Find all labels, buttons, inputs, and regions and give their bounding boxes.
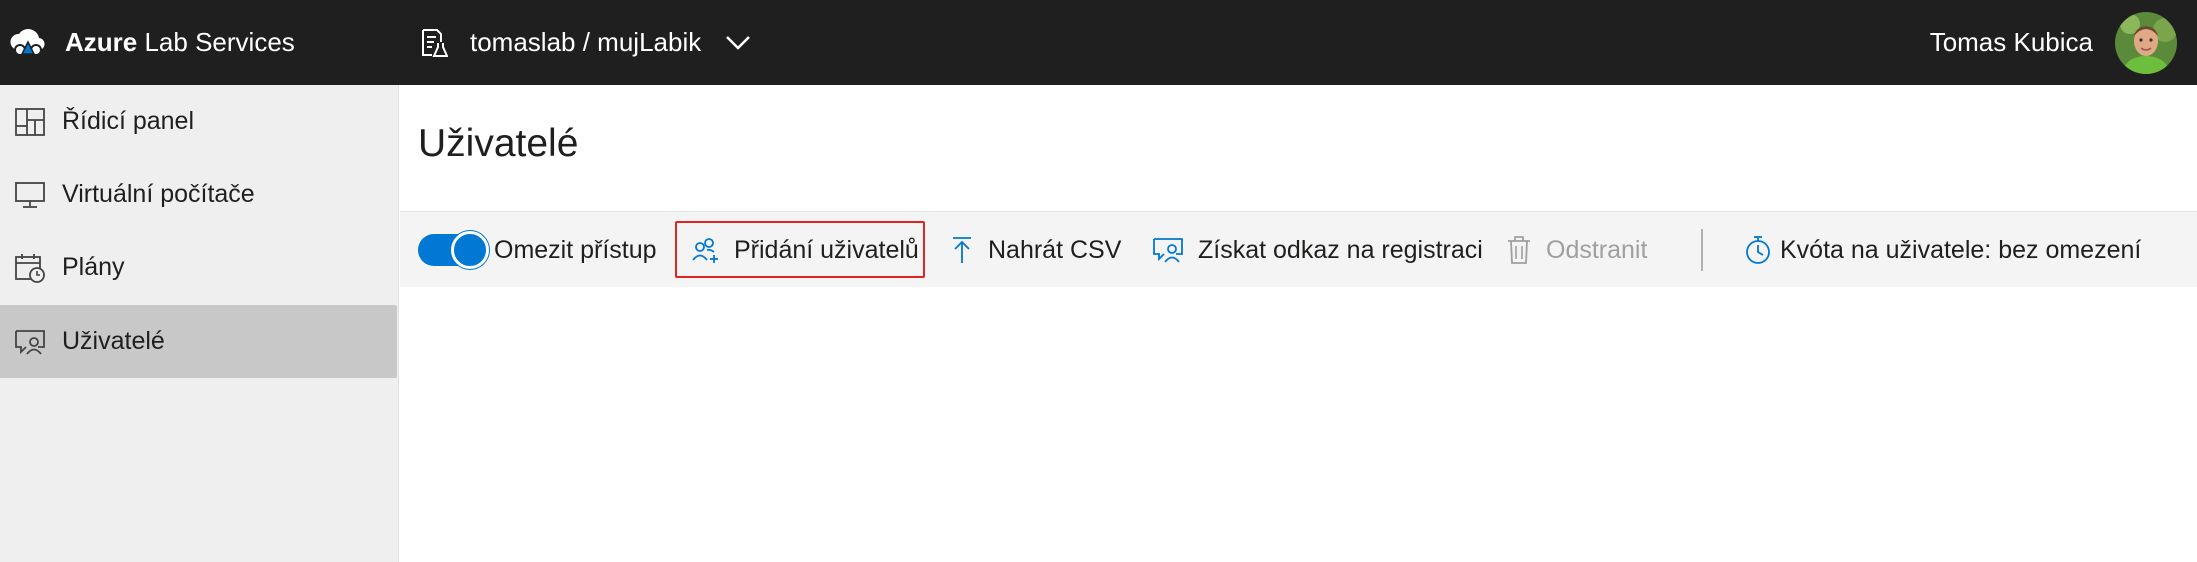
top-bar: Azure Lab Services tomaslab / mujLabik T…: [0, 0, 2197, 85]
command-bar: Omezit přístup Přidání uživatelů Nahrát …: [400, 211, 2197, 287]
brand[interactable]: Azure Lab Services: [8, 0, 295, 85]
delete-label: Odstranit: [1546, 235, 1648, 264]
monitor-icon: [14, 179, 46, 211]
trash-icon: [1506, 235, 1532, 265]
user-menu[interactable]: Tomas Kubica: [1930, 0, 2177, 85]
lab-name: tomaslab / mujLabik: [470, 27, 702, 57]
calendar-clock-icon: [14, 252, 46, 284]
toolbar-divider: [1701, 229, 1703, 271]
add-users-label: Přidání uživatelů: [734, 235, 919, 264]
sidebar-item-users[interactable]: Uživatelé: [0, 305, 397, 378]
sidebar: Řídicí panel Virtuální počítače Plány Už…: [0, 85, 399, 562]
sidebar-item-dashboard[interactable]: Řídicí panel: [0, 85, 397, 158]
sidebar-item-label: Uživatelé: [62, 327, 165, 355]
sidebar-item-schedules[interactable]: Plány: [0, 231, 397, 304]
restrict-access-label: Omezit přístup: [494, 235, 657, 264]
upload-csv-label: Nahrát CSV: [988, 235, 1122, 264]
dashboard-icon: [14, 106, 46, 138]
toggle-knob: [451, 231, 489, 269]
delete-button[interactable]: Odstranit: [1506, 212, 1647, 288]
brand-title: Azure Lab Services: [65, 27, 295, 57]
lab-selector[interactable]: tomaslab / mujLabik: [420, 0, 751, 85]
chevron-down-icon: [725, 35, 751, 51]
stopwatch-icon: [1744, 235, 1772, 265]
page-title: Uživatelé: [418, 122, 579, 165]
azure-lab-services-logo-icon: [8, 20, 48, 65]
add-users-button[interactable]: Přidání uživatelů: [690, 212, 919, 288]
user-name: Tomas Kubica: [1929, 27, 2093, 57]
users-chat-icon: [14, 326, 46, 358]
user-quota-label: Kvóta na uživatele: bez omezení: [1780, 235, 2142, 264]
registration-link-label: Získat odkaz na registraci: [1198, 235, 1483, 264]
registration-link-button[interactable]: Získat odkaz na registraci: [1152, 212, 1483, 288]
restrict-access-toggle[interactable]: [418, 231, 489, 269]
sidebar-item-label: Plány: [62, 253, 125, 281]
upload-csv-button[interactable]: Nahrát CSV: [950, 212, 1121, 288]
sidebar-item-label: Řídicí panel: [62, 107, 195, 135]
user-quota-button[interactable]: Kvóta na uživatele: bez omezení: [1744, 212, 2141, 288]
avatar[interactable]: [2115, 11, 2177, 74]
sidebar-item-virtual-machines[interactable]: Virtuální počítače: [0, 158, 397, 231]
lab-document-icon: [420, 28, 448, 58]
sidebar-item-label: Virtuální počítače: [62, 180, 255, 208]
registration-link-icon: [1152, 235, 1184, 265]
add-users-icon: [690, 235, 720, 265]
upload-arrow-icon: [950, 235, 974, 265]
